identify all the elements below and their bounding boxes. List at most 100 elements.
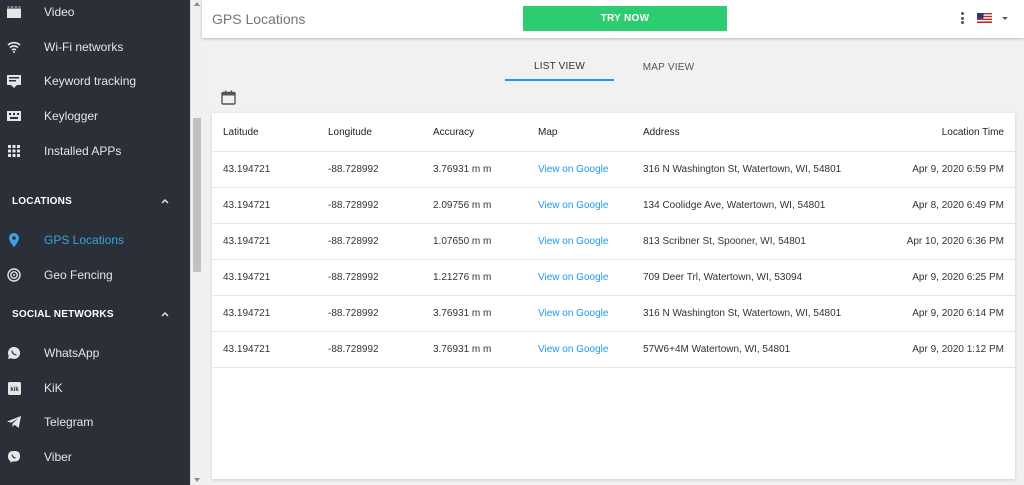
view-on-google-link[interactable]: View on Google <box>538 188 608 223</box>
sidebar-item-wifi[interactable]: Wi-Fi networks <box>0 30 190 64</box>
column-header-accuracy[interactable]: Accuracy <box>433 113 474 151</box>
sidebar-item-label: KiK <box>44 381 63 395</box>
sidebar-item-label: Video <box>44 5 75 19</box>
sidebar-item-keylogger[interactable]: Keylogger <box>0 99 190 133</box>
accuracy-cell: 1.07650 m m <box>433 236 492 247</box>
section-social-networks[interactable]: SOCIAL NETWORKS <box>0 299 190 329</box>
scroll-down-arrow-icon[interactable] <box>194 478 200 482</box>
scroll-up-arrow-icon[interactable] <box>194 2 200 6</box>
latitude-cell: 43.194721 <box>223 164 271 175</box>
sidebar-item-geo-fencing[interactable]: Geo Fencing <box>0 258 190 292</box>
view-on-google-link[interactable]: View on Google <box>538 260 608 295</box>
accuracy-cell: 1.21276 m m <box>433 272 492 283</box>
calendar-icon[interactable] <box>221 90 236 105</box>
scrollbar-thumb[interactable] <box>193 118 201 272</box>
grid-icon <box>7 144 21 158</box>
sidebar-scrollbar[interactable] <box>190 0 202 485</box>
column-header-latitude[interactable]: Latitude <box>223 113 259 151</box>
view-on-google-link[interactable]: View on Google <box>538 332 608 367</box>
whatsapp-icon <box>7 346 21 360</box>
sidebar-item-video[interactable]: Video <box>0 0 190 29</box>
location-time-cell: Apr 9, 2020 6:25 PM <box>912 272 1004 283</box>
location-pin-icon <box>7 233 21 247</box>
location-time-cell: Apr 9, 2020 6:14 PM <box>912 308 1004 319</box>
sidebar-item-label: Keylogger <box>44 109 99 123</box>
table-row: 43.194721 -88.728992 3.76931 m m View on… <box>212 296 1015 332</box>
chevron-up-icon <box>161 199 169 204</box>
language-caret-icon[interactable] <box>1002 17 1008 20</box>
video-icon <box>7 5 21 19</box>
telegram-icon <box>7 415 21 429</box>
section-label: LOCATIONS <box>12 195 72 207</box>
sidebar: Video Wi-Fi networks Keyword tracking Ke… <box>0 0 190 485</box>
viber-icon <box>7 450 21 464</box>
sidebar-item-whatsapp[interactable]: WhatsApp <box>0 336 190 370</box>
sidebar-item-gps-locations[interactable]: GPS Locations <box>0 223 190 257</box>
sidebar-item-label: Installed APPs <box>44 144 122 158</box>
address-cell: 316 N Washington St, Watertown, WI, 5480… <box>643 308 842 319</box>
latitude-cell: 43.194721 <box>223 344 271 355</box>
accuracy-cell: 3.76931 m m <box>433 308 492 319</box>
latitude-cell: 43.194721 <box>223 236 271 247</box>
sidebar-item-keyword-tracking[interactable]: Keyword tracking <box>0 64 190 98</box>
address-cell: 316 N Washington St, Watertown, WI, 5480… <box>643 164 842 175</box>
svg-text:kik: kik <box>10 387 19 393</box>
top-header: GPS Locations TRY NOW <box>202 0 1024 38</box>
address-cell: 813 Scribner St, Spooner, WI, 54801 <box>643 236 806 247</box>
location-time-cell: Apr 9, 2020 1:12 PM <box>912 344 1004 355</box>
chevron-up-icon <box>161 312 169 317</box>
tab-list-view[interactable]: LIST VIEW <box>505 53 614 81</box>
keyboard-icon <box>7 109 21 123</box>
column-header-map[interactable]: Map <box>538 113 557 151</box>
address-cell: 134 Coolidge Ave, Watertown, WI, 54801 <box>643 200 826 211</box>
longitude-cell: -88.728992 <box>328 272 379 283</box>
locations-table: Latitude Longitude Accuracy Map Address … <box>212 113 1015 479</box>
try-now-button[interactable]: TRY NOW <box>523 6 727 31</box>
latitude-cell: 43.194721 <box>223 308 271 319</box>
longitude-cell: -88.728992 <box>328 200 379 211</box>
accuracy-cell: 2.09756 m m <box>433 200 492 211</box>
sidebar-item-viber[interactable]: Viber <box>0 440 190 474</box>
more-options-icon[interactable] <box>959 12 965 26</box>
longitude-cell: -88.728992 <box>328 308 379 319</box>
table-row: 43.194721 -88.728992 3.76931 m m View on… <box>212 152 1015 188</box>
table-header: Latitude Longitude Accuracy Map Address … <box>212 113 1015 152</box>
sidebar-item-kik[interactable]: kik KiK <box>0 371 190 405</box>
column-header-longitude[interactable]: Longitude <box>328 113 372 151</box>
table-row: 43.194721 -88.728992 1.07650 m m View on… <box>212 224 1015 260</box>
table-row: 43.194721 -88.728992 2.09756 m m View on… <box>212 188 1015 224</box>
sidebar-item-label: GPS Locations <box>44 233 125 247</box>
sidebar-item-installed-apps[interactable]: Installed APPs <box>0 134 190 168</box>
us-flag-icon[interactable] <box>977 13 992 23</box>
longitude-cell: -88.728992 <box>328 344 379 355</box>
sidebar-item-label: WhatsApp <box>44 346 100 360</box>
sidebar-item-label: Keyword tracking <box>44 74 137 88</box>
column-header-address[interactable]: Address <box>643 113 680 151</box>
latitude-cell: 43.194721 <box>223 200 271 211</box>
sidebar-item-label: Telegram <box>44 415 94 429</box>
tab-map-view[interactable]: MAP VIEW <box>614 53 723 81</box>
location-time-cell: Apr 8, 2020 6:49 PM <box>912 200 1004 211</box>
page-title: GPS Locations <box>212 11 306 27</box>
address-cell: 57W6+4M Watertown, WI, 54801 <box>643 344 791 355</box>
table-row: 43.194721 -88.728992 1.21276 m m View on… <box>212 260 1015 296</box>
sidebar-item-label: Wi-Fi networks <box>44 40 124 54</box>
accuracy-cell: 3.76931 m m <box>433 344 492 355</box>
sidebar-item-telegram[interactable]: Telegram <box>0 405 190 439</box>
column-header-location-time[interactable]: Location Time <box>942 113 1004 151</box>
location-time-cell: Apr 9, 2020 6:59 PM <box>912 164 1004 175</box>
longitude-cell: -88.728992 <box>328 164 379 175</box>
section-label: SOCIAL NETWORKS <box>12 308 114 320</box>
wifi-icon <box>7 40 21 54</box>
section-locations[interactable]: LOCATIONS <box>0 186 190 216</box>
sidebar-item-label: Geo Fencing <box>44 268 113 282</box>
view-on-google-link[interactable]: View on Google <box>538 224 608 259</box>
view-on-google-link[interactable]: View on Google <box>538 296 608 331</box>
keyword-icon <box>7 74 21 88</box>
longitude-cell: -88.728992 <box>328 236 379 247</box>
table-row: 43.194721 -88.728992 3.76931 m m View on… <box>212 332 1015 368</box>
view-on-google-link[interactable]: View on Google <box>538 152 608 187</box>
target-icon <box>7 268 21 282</box>
kik-icon: kik <box>7 381 21 395</box>
sidebar-item-label: Viber <box>44 450 72 464</box>
